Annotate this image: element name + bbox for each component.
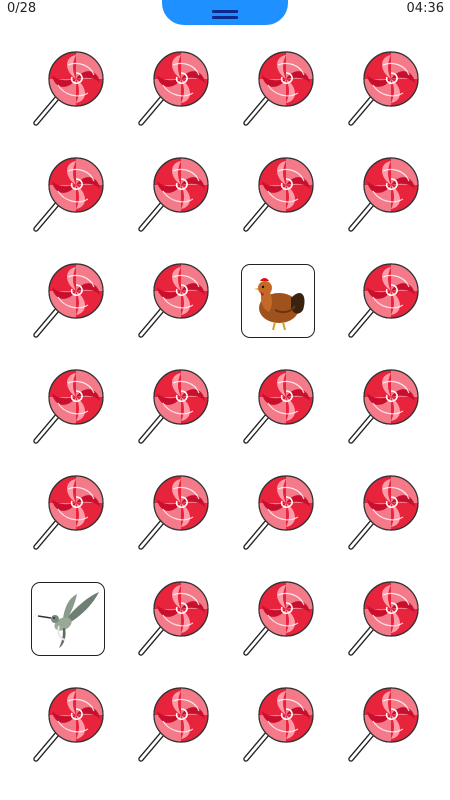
lollipop-icon xyxy=(28,367,108,447)
card-face-down[interactable] xyxy=(120,248,225,354)
lollipop-icon xyxy=(28,473,108,553)
card-face-down[interactable] xyxy=(330,142,435,248)
card-face-down[interactable] xyxy=(120,672,225,778)
lollipop-icon xyxy=(133,49,213,129)
lollipop-icon xyxy=(133,685,213,765)
card-face-down[interactable] xyxy=(15,142,120,248)
lollipop-icon xyxy=(343,261,423,341)
card-face-down[interactable] xyxy=(330,36,435,142)
lollipop-icon xyxy=(28,685,108,765)
card-revealed[interactable] xyxy=(225,248,330,354)
card-face-down[interactable] xyxy=(15,354,120,460)
lollipop-icon xyxy=(238,155,318,235)
lollipop-icon xyxy=(133,579,213,659)
lollipop-icon xyxy=(133,155,213,235)
lollipop-icon xyxy=(238,579,318,659)
card-face-down[interactable] xyxy=(225,566,330,672)
menu-tab[interactable] xyxy=(162,0,288,25)
card-face-down[interactable] xyxy=(120,36,225,142)
card-face-down[interactable] xyxy=(330,460,435,566)
lollipop-icon xyxy=(238,367,318,447)
lollipop-icon xyxy=(343,155,423,235)
lollipop-icon xyxy=(133,473,213,553)
lollipop-icon xyxy=(28,155,108,235)
card-face-down[interactable] xyxy=(330,248,435,354)
lollipop-icon xyxy=(343,579,423,659)
lollipop-icon xyxy=(238,473,318,553)
hummingbird-image xyxy=(30,582,105,656)
card-face-down[interactable] xyxy=(225,672,330,778)
hen-image xyxy=(240,264,315,338)
lollipop-icon xyxy=(343,473,423,553)
card-face-down[interactable] xyxy=(225,460,330,566)
card-face-down[interactable] xyxy=(330,354,435,460)
card-face-down[interactable] xyxy=(120,566,225,672)
card-face-down[interactable] xyxy=(15,248,120,354)
lollipop-icon xyxy=(28,261,108,341)
timer: 04:36 xyxy=(406,1,444,16)
card-face-down[interactable] xyxy=(120,142,225,248)
card-face-down[interactable] xyxy=(225,354,330,460)
card-face-down[interactable] xyxy=(120,354,225,460)
lollipop-icon xyxy=(343,49,423,129)
lollipop-icon xyxy=(133,367,213,447)
card-grid xyxy=(15,36,435,778)
card-face-down[interactable] xyxy=(225,36,330,142)
lollipop-icon xyxy=(343,367,423,447)
lollipop-icon xyxy=(238,685,318,765)
lollipop-icon xyxy=(133,261,213,341)
card-face-down[interactable] xyxy=(15,672,120,778)
card-face-down[interactable] xyxy=(15,36,120,142)
lollipop-icon xyxy=(343,685,423,765)
card-revealed[interactable] xyxy=(15,566,120,672)
lollipop-icon xyxy=(28,49,108,129)
lollipop-icon xyxy=(238,49,318,129)
card-face-down[interactable] xyxy=(225,142,330,248)
card-face-down[interactable] xyxy=(330,672,435,778)
score-counter: 0/28 xyxy=(7,1,37,16)
card-face-down[interactable] xyxy=(330,566,435,672)
hamburger-icon xyxy=(212,9,238,19)
card-face-down[interactable] xyxy=(15,460,120,566)
card-face-down[interactable] xyxy=(120,460,225,566)
